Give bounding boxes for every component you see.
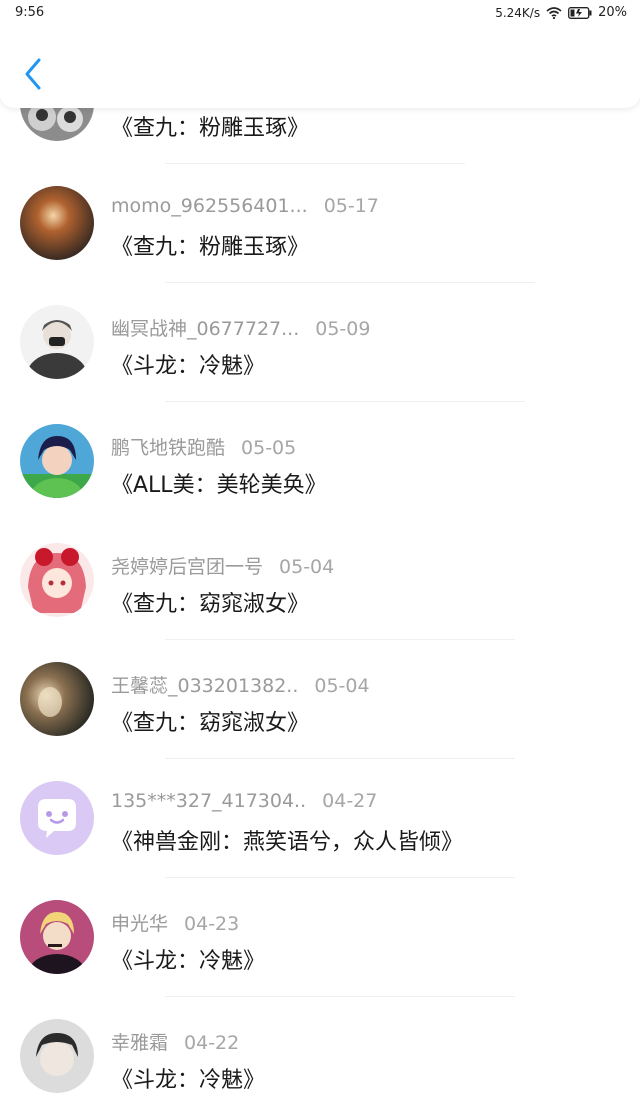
status-bar: 9:56 5.24K/s 20% bbox=[0, 0, 640, 26]
date: 04-23 bbox=[184, 913, 240, 935]
battery-level: 20% bbox=[598, 5, 627, 20]
chevron-left-icon bbox=[25, 58, 41, 90]
date: 05-04 bbox=[279, 556, 335, 578]
item-title: 《查九：粉雕玉琢》 bbox=[111, 235, 310, 260]
back-button[interactable] bbox=[18, 54, 48, 94]
date: 04-22 bbox=[184, 1032, 240, 1054]
item-meta: 尧婷婷后宫团一号 05-04 bbox=[111, 552, 334, 579]
battery-icon bbox=[568, 6, 592, 19]
list-item[interactable]: 王馨蕊_033201382.. 05-04 《查九：窈窕淑女》 bbox=[0, 640, 640, 759]
clock: 9:56 bbox=[15, 5, 45, 20]
date: 05-05 bbox=[241, 437, 297, 459]
username[interactable]: 幽冥战神_0677727... bbox=[111, 318, 299, 340]
username[interactable]: 鹏飞地铁跑酷 bbox=[111, 437, 225, 459]
network-speed: 5.24K/s bbox=[495, 5, 541, 20]
avatar[interactable] bbox=[20, 900, 94, 974]
list-item[interactable]: momo_962556401... 05-17 《查九：粉雕玉琢》 bbox=[0, 164, 640, 283]
wifi-icon bbox=[546, 6, 562, 19]
list-item[interactable]: 鹏飞地铁跑酷 05-05 《ALL美：美轮美奂》 bbox=[0, 402, 640, 521]
list-item[interactable]: 幸雅霜 04-22 《斗龙：冷魅》 bbox=[0, 997, 640, 1116]
top-app-bar bbox=[0, 26, 640, 108]
date: 05-04 bbox=[314, 675, 370, 697]
item-title: 《ALL美：美轮美奂》 bbox=[111, 473, 327, 498]
list-item[interactable]: 申光华 04-23 《斗龙：冷魅》 bbox=[0, 878, 640, 997]
item-title: 《查九：粉雕玉琢》 bbox=[111, 116, 310, 141]
avatar[interactable] bbox=[20, 662, 94, 736]
username[interactable]: 尧婷婷后宫团一号 bbox=[111, 556, 263, 578]
item-meta: momo_962556401... 05-17 bbox=[111, 195, 379, 217]
avatar[interactable] bbox=[20, 186, 94, 260]
item-meta: 幸雅霜 04-22 bbox=[111, 1028, 239, 1055]
list-item[interactable]: 135***327_417304.. 04-27 《神兽金刚：燕笑语兮，众人皆倾》 bbox=[0, 759, 640, 878]
username[interactable]: 王馨蕊_033201382.. bbox=[111, 675, 298, 697]
username[interactable]: 幸雅霜 bbox=[111, 1032, 168, 1054]
list-item[interactable]: 尧婷婷后宫团一号 05-04 《查九：窈窕淑女》 bbox=[0, 521, 640, 640]
item-meta: 幽冥战神_0677727... 05-09 bbox=[111, 314, 370, 341]
date: 05-17 bbox=[323, 195, 379, 217]
item-title: 《查九：窈窕淑女》 bbox=[111, 711, 310, 736]
item-title: 《查九：窈窕淑女》 bbox=[111, 592, 310, 617]
username[interactable]: 135***327_417304.. bbox=[111, 790, 306, 812]
username[interactable]: 申光华 bbox=[111, 913, 168, 935]
item-meta: 申光华 04-23 bbox=[111, 909, 239, 936]
item-title: 《神兽金刚：燕笑语兮，众人皆倾》 bbox=[111, 830, 464, 855]
status-icons: 5.24K/s 20% bbox=[495, 5, 627, 20]
avatar[interactable] bbox=[20, 1019, 94, 1093]
avatar[interactable] bbox=[20, 424, 94, 498]
item-title: 《斗龙：冷魅》 bbox=[111, 354, 266, 379]
list-item[interactable]: 幽冥战神_0677727... 05-09 《斗龙：冷魅》 bbox=[0, 283, 640, 402]
username[interactable]: momo_962556401... bbox=[111, 195, 308, 217]
avatar[interactable] bbox=[20, 305, 94, 379]
date: 05-09 bbox=[315, 318, 371, 340]
avatar[interactable] bbox=[20, 781, 94, 855]
date: 04-27 bbox=[322, 790, 378, 812]
item-meta: 王馨蕊_033201382.. 05-04 bbox=[111, 671, 370, 698]
item-meta: 135***327_417304.. 04-27 bbox=[111, 790, 377, 812]
item-meta: 鹏飞地铁跑酷 05-05 bbox=[111, 433, 296, 460]
item-title: 《斗龙：冷魅》 bbox=[111, 949, 266, 974]
avatar[interactable] bbox=[20, 543, 94, 617]
